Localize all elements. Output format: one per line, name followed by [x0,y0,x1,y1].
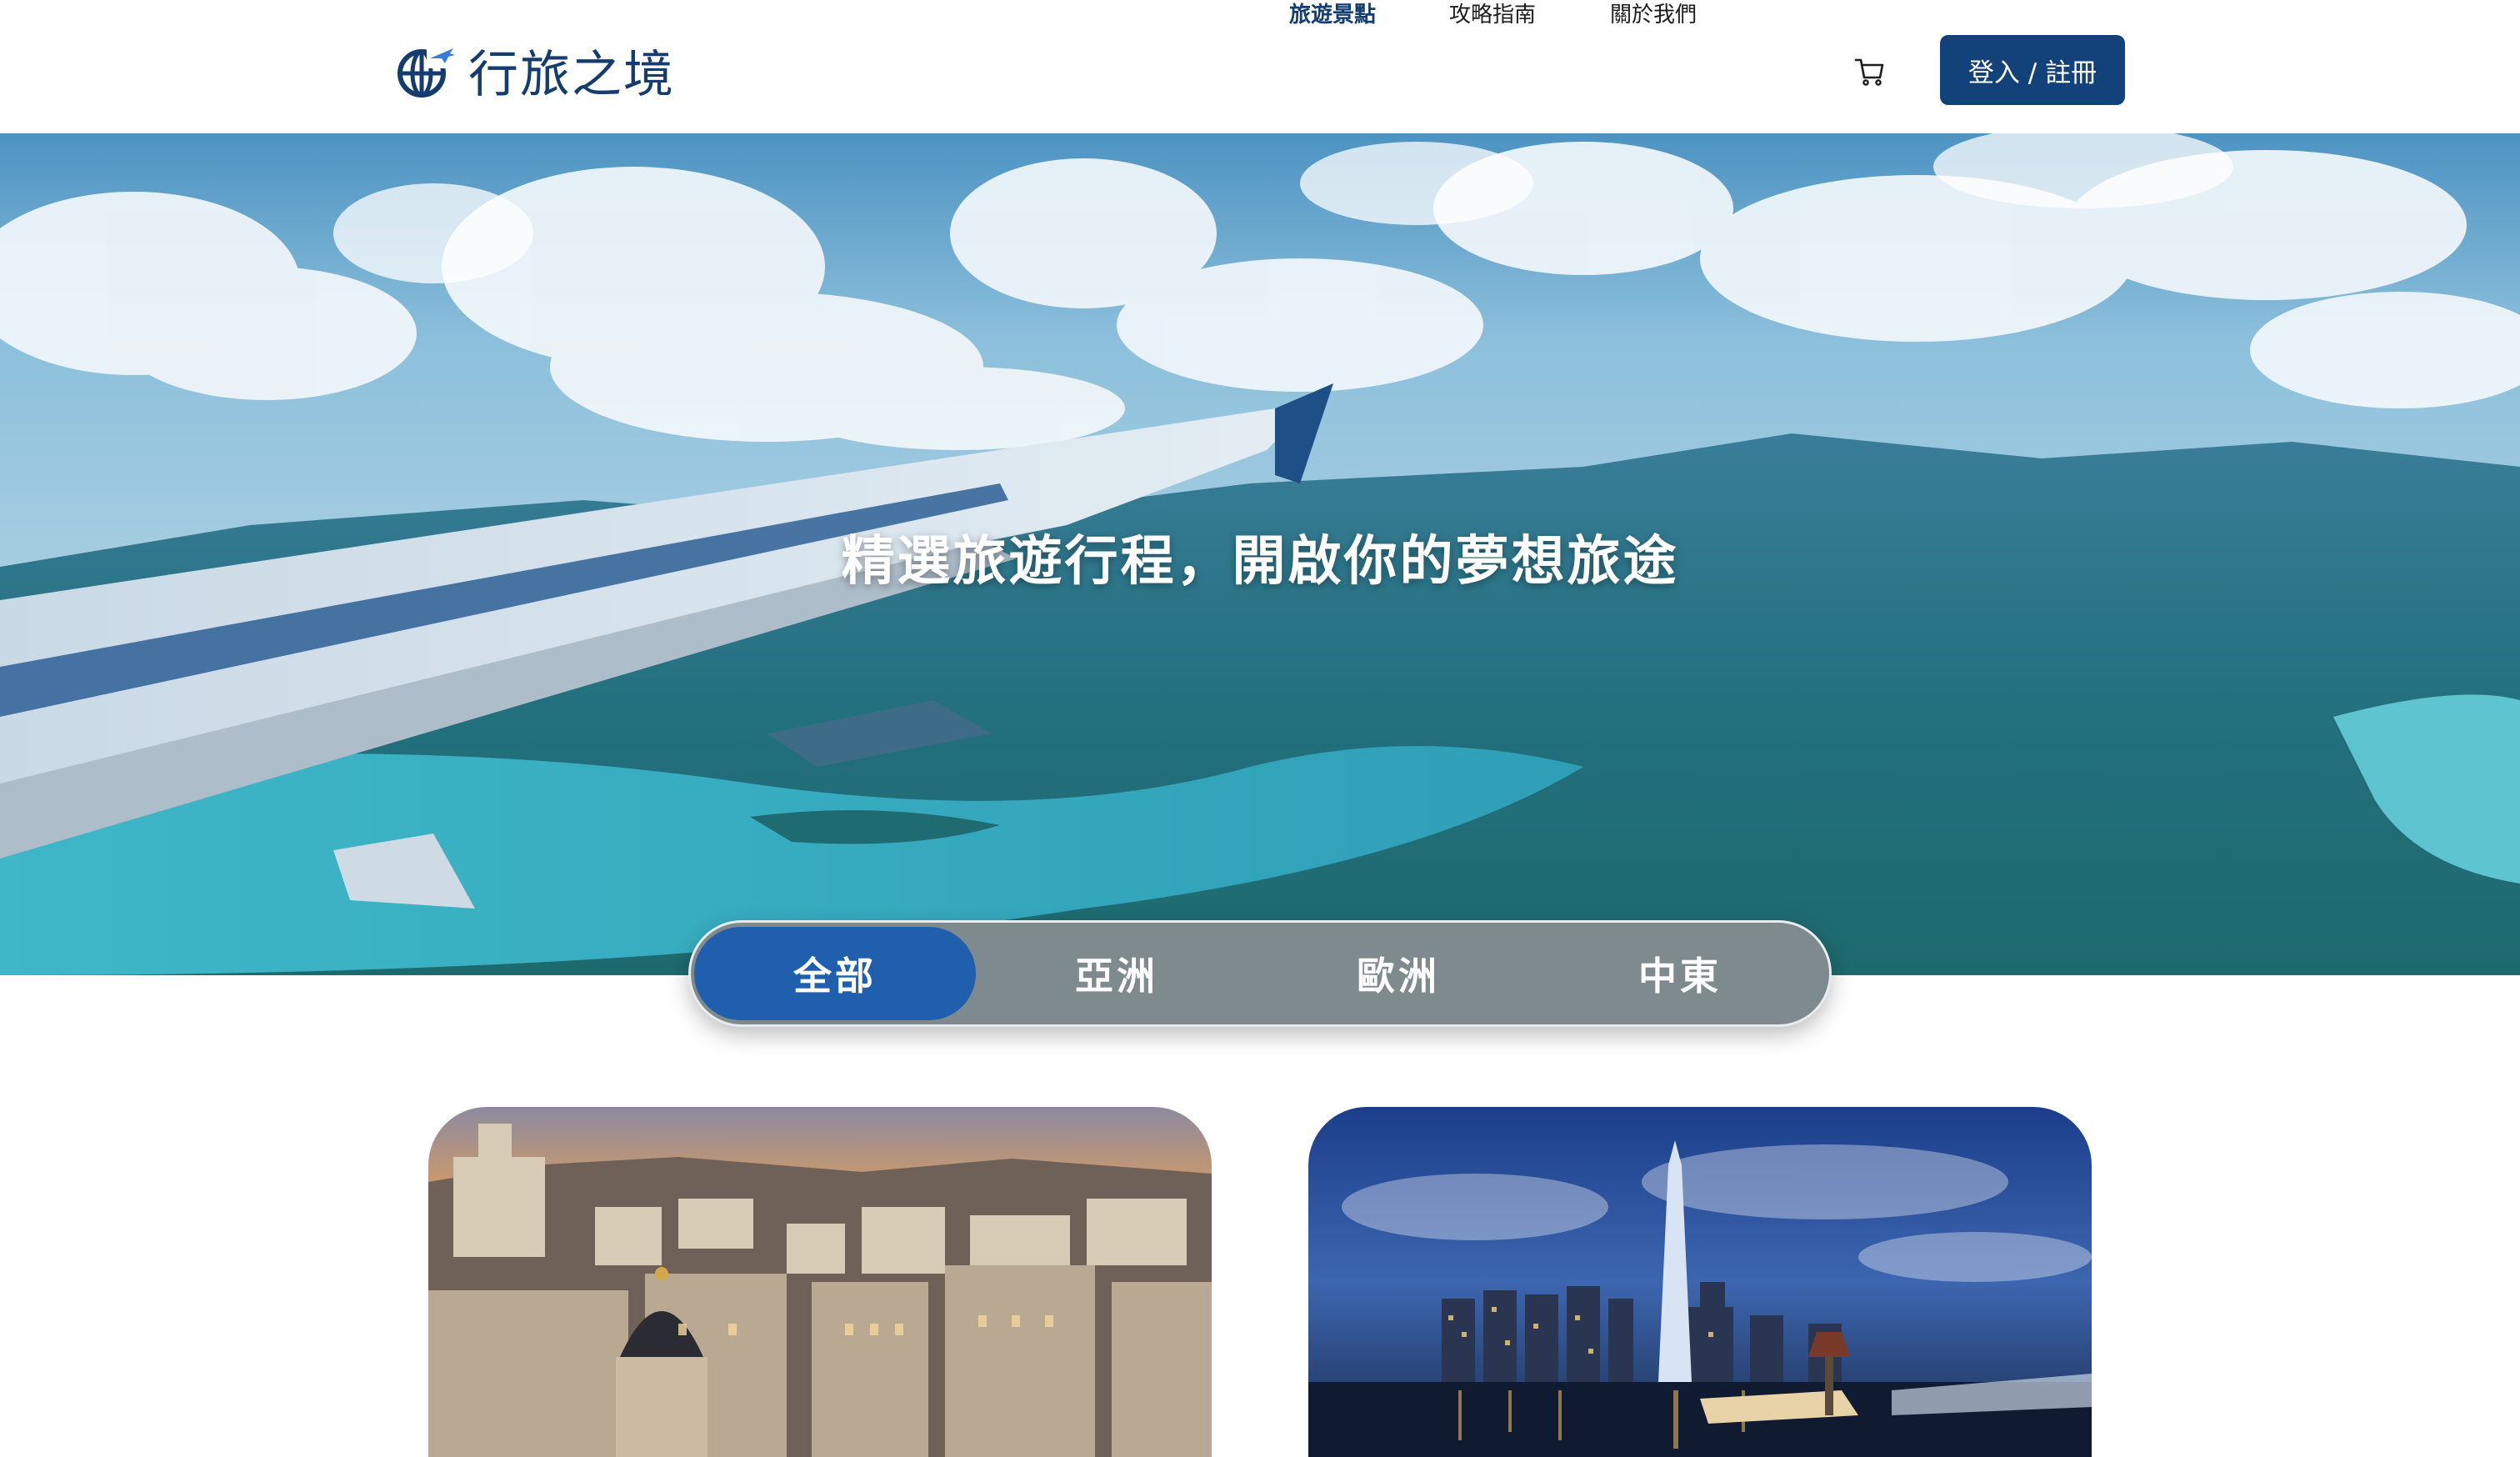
tab-middle-east[interactable]: 中東 [1539,927,1821,1020]
login-register-button[interactable]: 登入 / 註冊 [1940,35,2125,105]
city-night-skyline-image [1308,1107,2092,1457]
city-sunset-aerial-image [428,1107,1212,1457]
nav-item-attractions[interactable]: 旅遊景點 [1289,0,1376,30]
top-header: 行旅之境 旅遊景點 攻略指南 關於我們 登入 / 註冊 [0,0,2520,133]
destination-card[interactable] [1308,1107,2092,1457]
tab-europe[interactable]: 歐洲 [1258,927,1539,1020]
cart-icon[interactable] [1853,55,1887,88]
nav-item-guides[interactable]: 攻略指南 [1449,0,1536,30]
destination-card[interactable] [428,1107,1212,1457]
brand-name: 行旅之境 [468,45,675,104]
region-filter-tabs: 全部 亞洲 歐洲 中東 [688,920,1832,1027]
tab-all[interactable]: 全部 [694,927,976,1020]
brand-logo[interactable]: 行旅之境 [397,37,675,104]
nav-item-about[interactable]: 關於我們 [1610,0,1697,30]
globe-plane-icon [398,43,457,98]
tab-asia[interactable]: 亞洲 [976,927,1258,1020]
hero-banner: 精選旅遊行程，開啟你的夢想旅途 [0,133,2520,975]
hero-title: 精選旅遊行程，開啟你的夢想旅途 [841,530,1679,593]
